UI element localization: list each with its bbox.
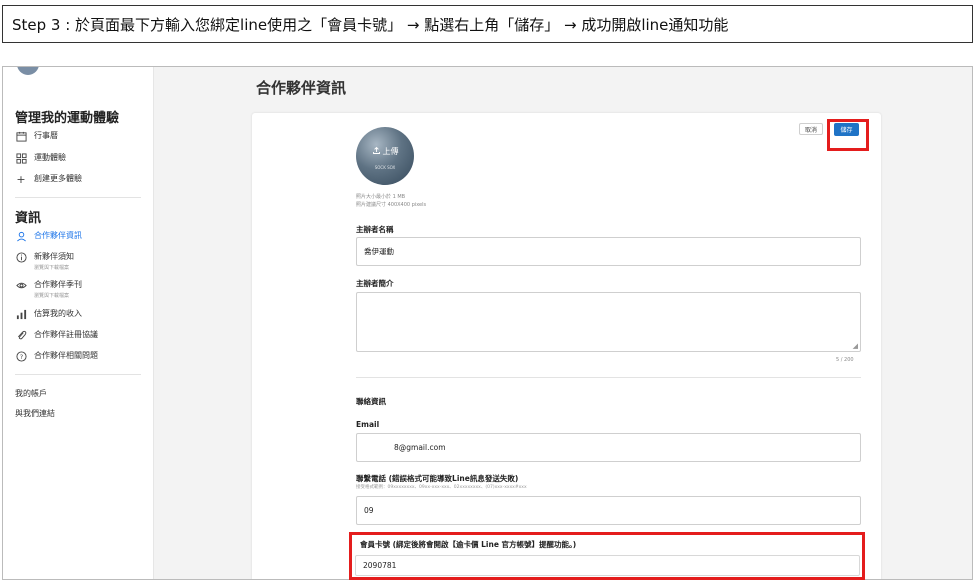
- sidebar-item-label: 合作夥伴相關問題: [34, 351, 98, 360]
- avatar[interactable]: [17, 67, 39, 75]
- sidebar-link-my-account[interactable]: 我的帳戶: [15, 388, 47, 399]
- phone-value: 09: [364, 506, 374, 515]
- contact-section-title: 聯絡資訊: [356, 397, 386, 406]
- phone-format-hint: 接受格式範例：09xxxxxxxx、09xx-xxx-xxx、02xxxxxxx…: [356, 485, 527, 490]
- organizer-name-label: 主辦者名稱: [356, 225, 394, 234]
- plus-icon: +: [16, 172, 26, 186]
- eye-icon: [15, 279, 27, 291]
- photo-logo-text: SOCK SOX: [374, 165, 396, 170]
- sidebar-item-label: 創建更多體驗: [34, 174, 82, 183]
- upload-icon: [372, 146, 381, 157]
- sidebar-item-label: 合作夥伴註冊協議: [34, 330, 98, 339]
- partner-info-card: 取消 儲存 上傳 SOCK SOX 照片大小最小於 1 MB 照片建議尺寸 40…: [252, 113, 881, 579]
- sidebar-item-label: 新夥伴須知: [34, 252, 74, 261]
- info-icon: [15, 251, 27, 263]
- member-card-highlight: [349, 532, 865, 580]
- section-title-experience: 管理我的運動體驗: [15, 111, 120, 126]
- sidebar: 管理我的運動體驗 行事曆 運動體驗 + 創建更多體驗 資訊 合作夥伴資訊 新夥伴…: [3, 67, 154, 579]
- email-label: Email: [356, 420, 380, 429]
- save-button-highlight: [827, 119, 869, 151]
- email-value: 8@gmail.com: [394, 443, 446, 452]
- person-icon: [15, 230, 27, 242]
- bar-chart-icon: [15, 308, 27, 320]
- paperclip-icon: [15, 329, 27, 341]
- sidebar-item-quarterly[interactable]: 合作夥伴季刊 瀏覽與下載檔案: [15, 279, 82, 299]
- sidebar-item-estimate-income[interactable]: 估算我的收入: [15, 308, 82, 320]
- grid-icon: [15, 152, 27, 164]
- sidebar-item-label: 估算我的收入: [34, 309, 82, 318]
- phone-label: 聯繫電話 (錯誤格式可能導致Line訊息發送失敗): [356, 474, 519, 483]
- organizer-name-value: 喬伊運動: [364, 247, 394, 256]
- sidebar-item-sublabel: 瀏覽與下載檔案: [34, 293, 70, 299]
- profile-photo-upload[interactable]: 上傳 SOCK SOX: [356, 127, 414, 185]
- sidebar-item-create[interactable]: + 創建更多體驗: [15, 173, 82, 185]
- organizer-name-input[interactable]: 喬伊運動: [356, 237, 861, 266]
- sidebar-item-new-partner-guide[interactable]: 新夥伴須知 瀏覽與下載檔案: [15, 251, 74, 271]
- cancel-button[interactable]: 取消: [799, 123, 823, 135]
- sidebar-item-label: 運動體驗: [34, 153, 66, 162]
- help-icon: ?: [15, 350, 27, 362]
- sidebar-item-experiences[interactable]: 運動體驗: [15, 152, 66, 164]
- sidebar-item-calendar[interactable]: 行事曆: [15, 130, 58, 142]
- organizer-intro-label: 主辦者簡介: [356, 279, 394, 288]
- page-title: 合作夥伴資訊: [256, 79, 347, 97]
- organizer-intro-textarea[interactable]: ◢: [356, 292, 861, 352]
- intro-char-counter: 5 / 200: [836, 357, 854, 363]
- sidebar-item-label: 合作夥伴季刊: [34, 280, 82, 289]
- instruction-banner: Step 3 : 於頁面最下方輸入您綁定line使用之「會員卡號」 → 點選右上…: [2, 5, 973, 43]
- instruction-text: Step 3 : 於頁面最下方輸入您綁定line使用之「會員卡號」 → 點選右上…: [12, 15, 729, 34]
- sidebar-item-label: 合作夥伴資訊: [34, 231, 82, 240]
- resize-handle-icon[interactable]: ◢: [853, 342, 858, 350]
- photo-dimension-hint: 照片建議尺寸 400X400 pixels: [356, 202, 427, 208]
- sidebar-divider: [15, 374, 141, 375]
- sidebar-link-contact-us[interactable]: 與我們連結: [15, 408, 55, 419]
- sidebar-item-agreement[interactable]: 合作夥伴註冊協議: [15, 329, 98, 341]
- calendar-icon: [15, 130, 27, 142]
- upload-label: 上傳: [382, 147, 399, 156]
- sidebar-item-sublabel: 瀏覽與下載檔案: [34, 265, 70, 271]
- email-input[interactable]: 8@gmail.com: [356, 433, 861, 462]
- sidebar-item-faq[interactable]: ? 合作夥伴相關問題: [15, 350, 98, 362]
- section-title-info: 資訊: [15, 211, 42, 226]
- photo-size-hint: 照片大小最小於 1 MB: [356, 194, 406, 200]
- sidebar-item-partner-info[interactable]: 合作夥伴資訊: [15, 230, 82, 242]
- sidebar-item-label: 行事曆: [34, 131, 58, 140]
- phone-input[interactable]: 09: [356, 496, 861, 525]
- card-divider: [356, 377, 861, 378]
- sidebar-divider: [15, 197, 141, 198]
- svg-text:?: ?: [19, 352, 22, 360]
